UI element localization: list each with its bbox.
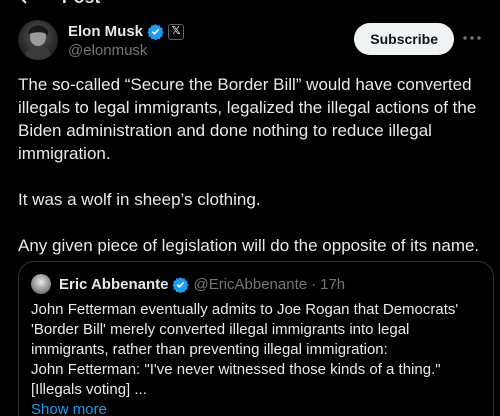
name-line: Elon Musk 𝕏 xyxy=(68,23,185,40)
quoted-avatar[interactable] xyxy=(31,274,51,294)
avatar-image xyxy=(23,25,53,60)
tweet-paragraph: The so-called “Secure the Border Bill” w… xyxy=(18,75,477,163)
author-row: Elon Musk 𝕏 @elonmusk Subscribe xyxy=(18,20,482,64)
quoted-display-name[interactable]: Eric Abbenante xyxy=(59,276,168,293)
verified-badge-icon xyxy=(172,276,190,293)
quoted-timestamp[interactable]: 17h xyxy=(320,276,345,293)
display-name[interactable]: Elon Musk xyxy=(68,23,143,40)
page-title: Post xyxy=(62,0,101,8)
quoted-text-line: John Fetterman eventually admits to Joe … xyxy=(31,301,459,318)
quoted-text-line: John Fetterman: "I've never witnessed th… xyxy=(31,361,441,378)
more-icon[interactable] xyxy=(462,28,482,48)
quoted-text-line: immigrants, rather than preventing illeg… xyxy=(31,341,388,358)
quoted-tweet[interactable]: Eric Abbenante @EricAbbenante · 17h John… xyxy=(18,261,494,416)
separator-dot: · xyxy=(311,275,317,293)
quoted-tweet-text: John Fetterman eventually admits to Joe … xyxy=(31,300,481,416)
subscribe-button[interactable]: Subscribe xyxy=(354,23,454,55)
show-more-link[interactable]: Show more xyxy=(31,400,481,416)
verified-badge-icon[interactable] xyxy=(147,23,164,40)
quoted-tweet-header: Eric Abbenante @EricAbbenante · 17h xyxy=(31,274,481,294)
handle[interactable]: @elonmusk xyxy=(68,42,147,59)
quoted-text-line: 'Border Bill' merely converted illegal i… xyxy=(31,321,410,338)
quoted-handle[interactable]: @EricAbbenante xyxy=(193,276,307,293)
x-affiliate-badge[interactable]: 𝕏 xyxy=(168,23,185,40)
avatar[interactable] xyxy=(18,20,58,60)
tweet-paragraph: It was a wolf in sheep’s clothing. xyxy=(18,190,261,209)
tweet-text: The so-called “Secure the Border Bill” w… xyxy=(18,73,488,280)
arrow-left-icon[interactable] xyxy=(18,0,38,4)
quoted-text-line: [Illegals voting] ... xyxy=(31,381,147,398)
post-page: Post Elon Musk 𝕏 @elonmusk Subscribe xyxy=(0,0,500,416)
tweet-paragraph: Any given piece of legislation will do t… xyxy=(18,236,480,255)
